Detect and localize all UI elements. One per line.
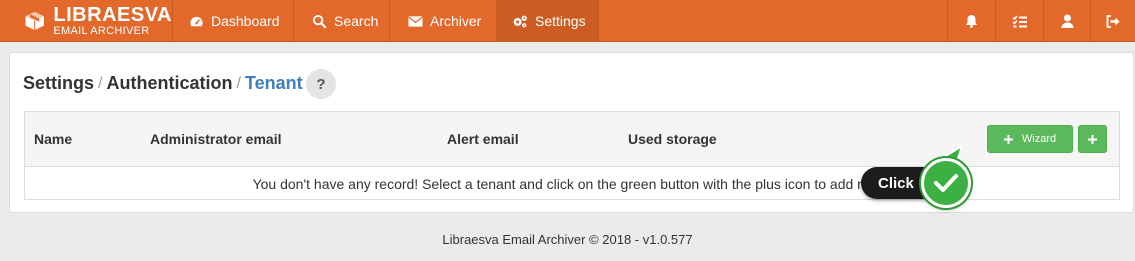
user-icon [1061,14,1073,28]
click-callout-label: Click [878,174,914,192]
plus-icon [1003,134,1013,144]
user-menu-button[interactable] [1043,0,1090,42]
top-navbar: LIBRAESVA EMAIL ARCHIVER Dashboard Searc… [0,0,1135,42]
wizard-button-label: Wizard [1021,133,1057,145]
help-button[interactable]: ? [306,69,336,99]
wizard-button[interactable]: Wizard [987,125,1073,153]
dashboard-icon [188,13,204,29]
nav-dashboard-label: Dashboard [211,13,280,29]
tasks-button[interactable] [995,0,1042,42]
breadcrumb: Settings / Authentication / Tenant [23,73,303,94]
checkmark-icon [921,158,971,208]
brand-logo-link[interactable]: LIBRAESVA EMAIL ARCHIVER [0,0,172,42]
plus-icon [1088,134,1097,144]
search-icon [311,13,327,29]
add-tenant-button[interactable] [1078,125,1107,153]
gears-icon [512,13,528,29]
brand-subtitle: EMAIL ARCHIVER [53,25,150,37]
tasks-icon [1011,15,1027,27]
column-alert-email: Alert email [447,131,519,147]
footer: Libraesva Email Archiver © 2018 - v1.0.5… [442,232,693,247]
nav-archiver[interactable]: Archiver [389,0,496,42]
nav-archiver-label: Archiver [430,13,482,29]
breadcrumb-settings[interactable]: Settings [23,73,94,94]
breadcrumb-authentication[interactable]: Authentication [106,73,232,94]
nav-search-label: Search [334,13,379,29]
breadcrumb-separator: / [98,74,103,92]
nav-settings-label: Settings [535,13,586,29]
column-name: Name [34,131,73,147]
breadcrumb-separator: / [236,74,241,92]
box-logo-icon [25,11,44,31]
nav-dashboard[interactable]: Dashboard [172,0,292,42]
notifications-button[interactable] [947,0,994,42]
envelope-icon [407,13,423,29]
nav-search[interactable]: Search [293,0,388,42]
brand-name: LIBRAESVA [53,4,172,26]
column-administrator-email: Administrator email [150,131,282,147]
column-used-storage: Used storage [628,131,717,147]
sign-out-icon [1106,14,1120,28]
breadcrumb-tenant: Tenant [244,73,303,93]
logout-button[interactable] [1090,0,1135,42]
bell-icon [965,15,977,28]
nav-settings[interactable]: Settings [496,0,599,42]
